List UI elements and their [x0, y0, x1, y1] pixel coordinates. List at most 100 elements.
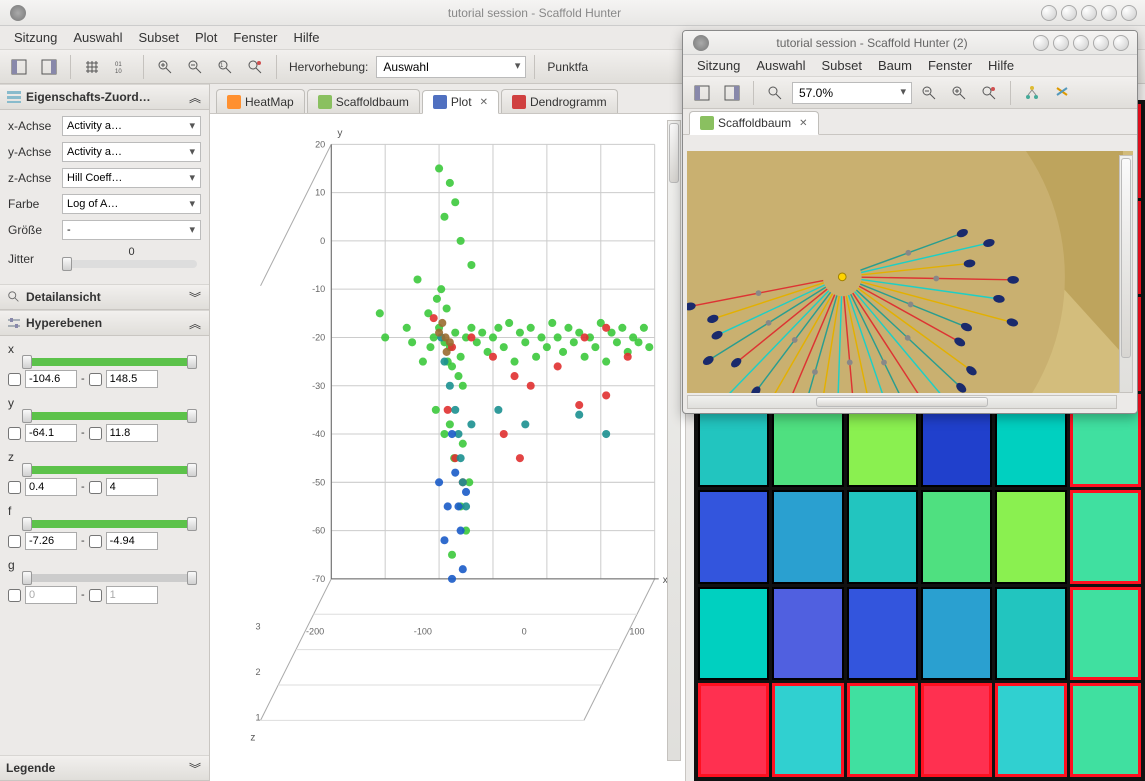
prop-select-2[interactable]: Hill Coeff…: [62, 168, 201, 188]
hp-check-min[interactable]: [8, 589, 21, 602]
prop-select-0[interactable]: Activity a…: [62, 116, 201, 136]
win2-vscroll[interactable]: [1119, 155, 1133, 393]
win2-menu-hilfe[interactable]: Hilfe: [980, 58, 1022, 73]
win2-tree2-icon[interactable]: [1049, 80, 1075, 106]
win2-min[interactable]: [1033, 35, 1049, 51]
hp-slider-z[interactable]: [22, 466, 197, 474]
tab-scaffoldbaum[interactable]: Scaffoldbaum: [307, 89, 420, 113]
treemap-cell[interactable]: [772, 587, 843, 681]
win2-zoom-target-icon[interactable]: [976, 80, 1002, 106]
plot-area[interactable]: 20100-10-20-30-40-50-60-70-200-100010012…: [210, 114, 685, 781]
zoom-out-icon[interactable]: [182, 54, 208, 80]
prop-select-1[interactable]: Activity a…: [62, 142, 201, 162]
win2-layout-left-icon[interactable]: [689, 80, 715, 106]
hp-min-input[interactable]: [25, 424, 77, 442]
hp-check-min[interactable]: [8, 427, 21, 440]
treemap-cell[interactable]: [921, 683, 992, 777]
hp-slider-x[interactable]: [22, 358, 197, 366]
chevron-down-icon[interactable]: ︾: [187, 760, 203, 776]
hp-slider-y[interactable]: [22, 412, 197, 420]
min-button[interactable]: [1041, 5, 1057, 21]
menu-plot[interactable]: Plot: [187, 30, 225, 45]
win2-zoom-icon[interactable]: [762, 80, 788, 106]
treemap-cell[interactable]: [995, 587, 1066, 681]
max-button[interactable]: [1101, 5, 1117, 21]
hp-check-max[interactable]: [89, 589, 102, 602]
win2-hscroll[interactable]: [687, 395, 1117, 409]
menu-auswahl[interactable]: Auswahl: [65, 30, 130, 45]
chevron-up-icon[interactable]: ︽: [187, 89, 203, 105]
hp-min-input[interactable]: [25, 532, 77, 550]
win2-menu-auswahl[interactable]: Auswahl: [748, 58, 813, 73]
hp-check-max[interactable]: [89, 481, 102, 494]
close-icon[interactable]: ✕: [799, 118, 807, 129]
layout-right-icon[interactable]: [36, 54, 62, 80]
hervorhebung-select[interactable]: Auswahl: [376, 56, 526, 78]
menu-subset[interactable]: Subset: [131, 30, 187, 45]
chevron-down-icon[interactable]: ︾: [187, 289, 203, 305]
hp-check-max[interactable]: [89, 535, 102, 548]
win2-menu-baum[interactable]: Baum: [870, 58, 920, 73]
hp-check-min[interactable]: [8, 373, 21, 386]
hp-min-input[interactable]: [25, 478, 77, 496]
win2-menu-fenster[interactable]: Fenster: [920, 58, 980, 73]
win2-zoom-in-icon[interactable]: [946, 80, 972, 106]
panel-legende-header[interactable]: Legende ︾: [0, 755, 209, 781]
hp-slider-g[interactable]: [22, 574, 197, 582]
treemap-cell[interactable]: [921, 587, 992, 681]
up-button[interactable]: [1061, 5, 1077, 21]
hp-check-min[interactable]: [8, 481, 21, 494]
hp-check-max[interactable]: [89, 427, 102, 440]
hp-max-input[interactable]: [106, 478, 158, 496]
hp-max-input[interactable]: [106, 532, 158, 550]
hp-slider-f[interactable]: [22, 520, 197, 528]
down2-button[interactable]: [1081, 5, 1097, 21]
treemap-cell[interactable]: [995, 683, 1066, 777]
treemap-cell[interactable]: [1070, 683, 1141, 777]
prop-select-4[interactable]: -: [62, 220, 201, 240]
menu-hilfe[interactable]: Hilfe: [285, 30, 327, 45]
plot-vscroll[interactable]: [667, 120, 681, 761]
win2-menu-subset[interactable]: Subset: [814, 58, 870, 73]
layout-left-icon[interactable]: [6, 54, 32, 80]
win2-max[interactable]: [1093, 35, 1109, 51]
treemap-cell[interactable]: [847, 683, 918, 777]
grid-icon[interactable]: [79, 54, 105, 80]
win2-menu-sitzung[interactable]: Sitzung: [689, 58, 748, 73]
hp-min-input[interactable]: [25, 586, 77, 604]
panel-eigenschafts-header[interactable]: Eigenschafts-Zuord… ︽: [0, 84, 209, 110]
zoom-fit-icon[interactable]: 1: [212, 54, 238, 80]
win2-zoom-select[interactable]: 57.0%: [792, 82, 912, 104]
panel-detailansicht-header[interactable]: Detailansicht ︾: [0, 284, 209, 310]
treemap-cell[interactable]: [698, 587, 769, 681]
digits-icon[interactable]: 0110: [109, 54, 135, 80]
hp-max-input[interactable]: [106, 424, 158, 442]
treemap-cell[interactable]: [772, 683, 843, 777]
treemap-cell[interactable]: [1070, 587, 1141, 681]
win2-zoom-out-icon[interactable]: [916, 80, 942, 106]
panel-hyperebenen-header[interactable]: Hyperebenen ︽: [0, 310, 209, 336]
treemap-cell[interactable]: [995, 490, 1066, 584]
tab-plot[interactable]: Plot✕: [422, 90, 499, 114]
scaffold-tree-view[interactable]: [687, 151, 1133, 393]
win2-up[interactable]: [1053, 35, 1069, 51]
hp-check-max[interactable]: [89, 373, 102, 386]
treemap-cell[interactable]: [772, 490, 843, 584]
prop-select-3[interactable]: Log of A…: [62, 194, 201, 214]
win2-tab-scaffoldbaum[interactable]: Scaffoldbaum ✕: [689, 111, 819, 135]
menu-sitzung[interactable]: Sitzung: [6, 30, 65, 45]
close-icon[interactable]: ✕: [480, 97, 488, 108]
window2[interactable]: tutorial session - Scaffold Hunter (2) S…: [682, 30, 1138, 414]
tab-heatmap[interactable]: HeatMap: [216, 89, 305, 113]
treemap-cell[interactable]: [847, 490, 918, 584]
treemap-cell[interactable]: [698, 490, 769, 584]
chevron-up-icon[interactable]: ︽: [187, 315, 203, 331]
zoom-in-icon[interactable]: [152, 54, 178, 80]
win2-down[interactable]: [1073, 35, 1089, 51]
tab-dendrogramm[interactable]: Dendrogramm: [501, 89, 618, 113]
win2-tree-icon[interactable]: [1019, 80, 1045, 106]
hp-max-input[interactable]: [106, 370, 158, 388]
win2-layout-right-icon[interactable]: [719, 80, 745, 106]
treemap-cell[interactable]: [1070, 490, 1141, 584]
treemap-cell[interactable]: [698, 683, 769, 777]
